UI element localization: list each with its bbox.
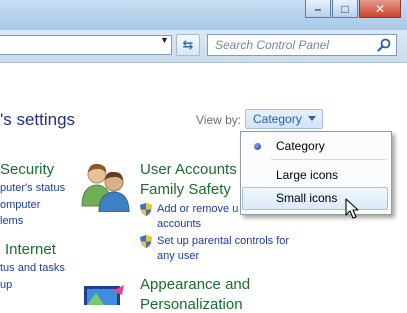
- appearance-title[interactable]: Appearance and: [140, 276, 250, 293]
- selected-bullet-icon: [254, 143, 261, 150]
- uac-shield-icon: [140, 203, 152, 216]
- internet-title[interactable]: Internet: [5, 241, 56, 258]
- minimize-button[interactable]: –: [305, 0, 331, 18]
- menu-divider: [271, 159, 387, 160]
- menu-item-large-icons[interactable]: Large icons: [242, 164, 388, 187]
- parental-controls-link[interactable]: Set up parental controls for: [157, 235, 289, 247]
- internet-link-status[interactable]: tus and tasks: [0, 262, 65, 274]
- address-dropdown-icon[interactable]: ▼: [160, 35, 169, 45]
- family-safety-title[interactable]: Family Safety: [140, 181, 231, 198]
- page-title: 's settings: [0, 110, 76, 129]
- view-by-label: View by:: [196, 113, 242, 127]
- add-remove-accounts-link[interactable]: Add or remove u: [157, 203, 238, 215]
- security-link-problems[interactable]: lems: [0, 215, 23, 227]
- address-toolbar: ▼ ⇆ Search Control Panel: [0, 30, 407, 63]
- appearance-icon[interactable]: [82, 283, 126, 305]
- add-remove-accounts-link-cont[interactable]: accounts: [157, 218, 201, 230]
- mouse-pointer-icon: [345, 198, 359, 219]
- parental-controls-link-cont[interactable]: any user: [157, 250, 199, 262]
- refresh-button[interactable]: ⇆: [176, 34, 200, 56]
- security-title[interactable]: Security: [0, 161, 54, 178]
- close-button[interactable]: ✕: [359, 0, 401, 18]
- window-controls: – □ ✕: [304, 0, 401, 20]
- maximize-button[interactable]: □: [332, 0, 358, 18]
- menu-item-label: Small icons: [276, 191, 338, 205]
- security-link-status[interactable]: puter's status: [0, 182, 65, 194]
- uac-shield-icon: [140, 235, 152, 248]
- address-input[interactable]: [0, 35, 172, 55]
- window-title-bar: – □ ✕: [0, 0, 407, 31]
- menu-item-category[interactable]: Category: [242, 135, 388, 158]
- view-by-value: Category: [253, 112, 302, 126]
- security-link-backup[interactable]: omputer: [0, 199, 40, 211]
- search-placeholder: Search Control Panel: [215, 38, 330, 52]
- user-accounts-icon[interactable]: [80, 160, 130, 212]
- menu-item-small-icons[interactable]: Small icons: [242, 187, 388, 210]
- chevron-down-icon: [308, 116, 316, 121]
- menu-item-label: Large icons: [276, 168, 339, 182]
- view-by-dropdown[interactable]: Category: [245, 109, 323, 129]
- search-input[interactable]: Search Control Panel: [207, 34, 397, 56]
- internet-link-setup[interactable]: up: [0, 279, 12, 291]
- view-by-menu: Category Large icons Small icons: [240, 131, 392, 215]
- user-accounts-title[interactable]: User Accounts: [140, 161, 237, 178]
- refresh-icon: ⇆: [182, 37, 194, 52]
- search-icon[interactable]: [377, 38, 391, 52]
- menu-item-label: Category: [276, 139, 325, 153]
